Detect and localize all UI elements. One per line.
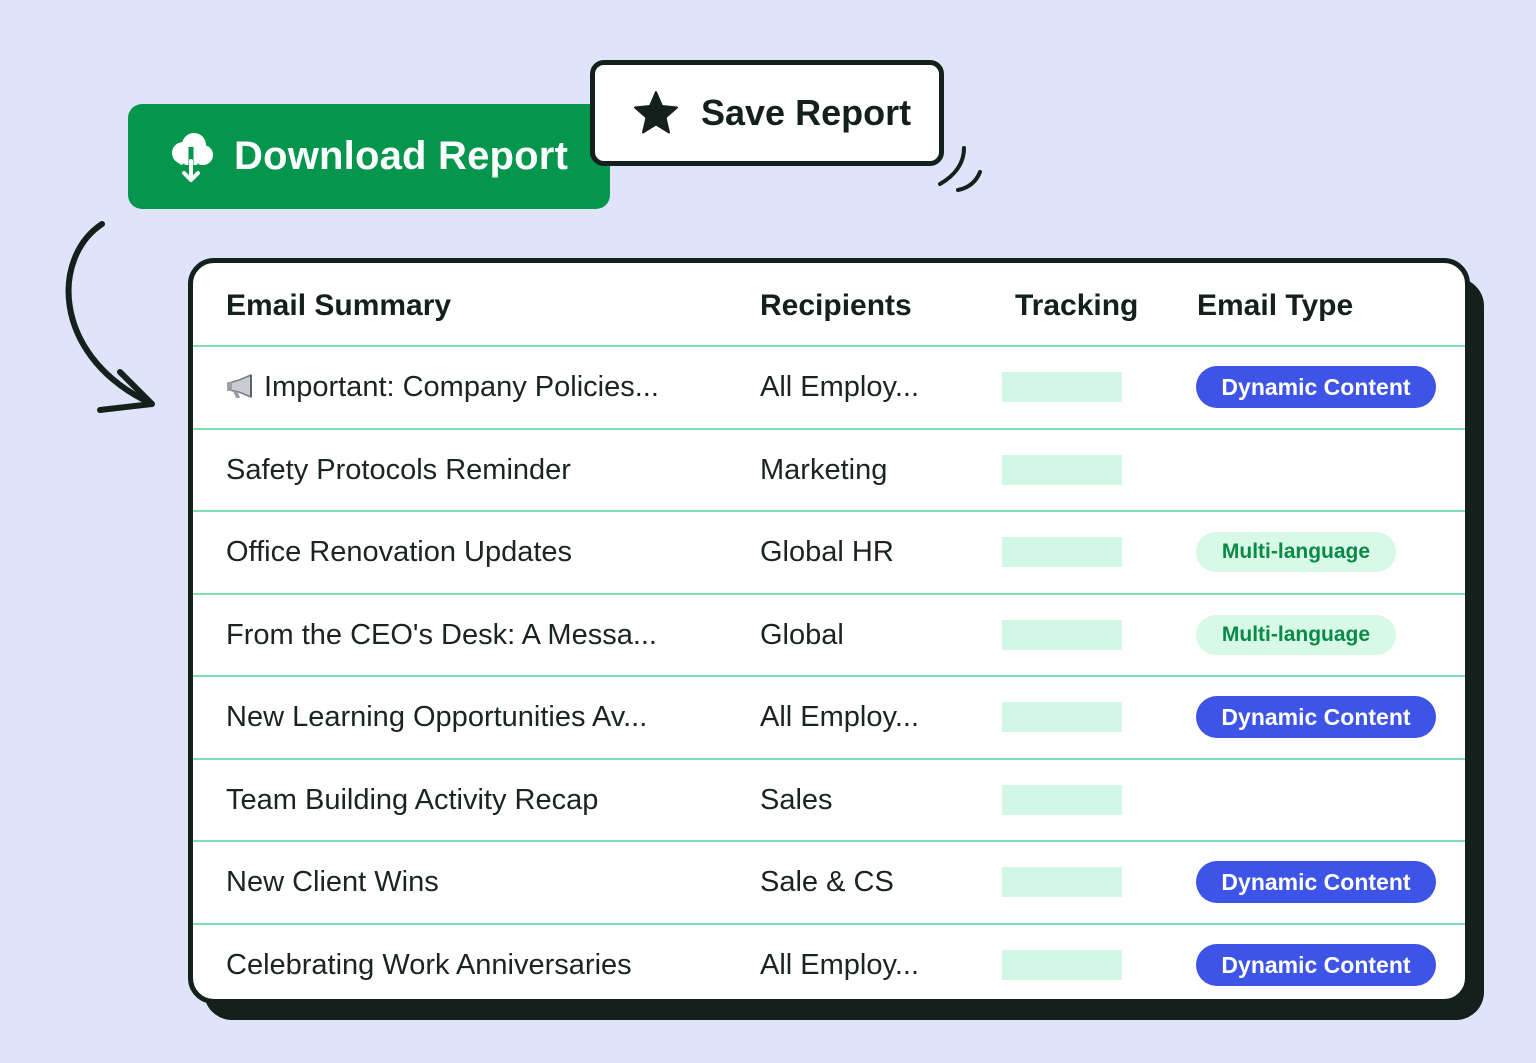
table-row[interactable]: From the CEO's Desk: A Messa... Global M… — [193, 595, 1465, 677]
recipients-cell: Global — [760, 618, 844, 651]
email-type-cell: Multi-language — [1196, 512, 1465, 592]
email-summary-cell: Team Building Activity Recap — [226, 783, 599, 816]
email-summary-cell: Celebrating Work Anniversaries — [226, 948, 632, 981]
email-type-badge: Multi-language — [1196, 532, 1396, 572]
email-type-badge: Dynamic Content — [1196, 366, 1436, 408]
tracking-cell — [1002, 347, 1122, 427]
click-marks-icon — [938, 146, 982, 192]
header-email-summary[interactable]: Email Summary — [226, 263, 451, 345]
tracking-bar — [1002, 784, 1122, 815]
email-type-cell: Dynamic Content — [1196, 842, 1465, 922]
table-row[interactable]: Celebrating Work Anniversaries All Emplo… — [193, 925, 1465, 1000]
tracking-bar — [1002, 867, 1122, 897]
recipients-cell: Sales — [760, 783, 833, 816]
table-row[interactable]: Safety Protocols Reminder Marketing — [193, 430, 1465, 512]
header-tracking[interactable]: Tracking — [1015, 263, 1138, 345]
email-summary-text: Important: Company Policies... — [264, 371, 659, 403]
email-summary-cell: Important: Company Policies... — [226, 347, 746, 427]
save-report-label: Save Report — [701, 92, 912, 133]
email-type-cell: Dynamic Content — [1196, 925, 1465, 1000]
tracking-bar — [1002, 702, 1122, 732]
tracking-cell — [1002, 512, 1122, 592]
email-type-badge: Multi-language — [1196, 614, 1396, 655]
tracking-cell — [1002, 842, 1122, 922]
tracking-bar — [1002, 537, 1122, 567]
tracking-cell — [1002, 595, 1122, 675]
recipients-cell: All Employ... — [760, 371, 920, 403]
header-recipients[interactable]: Recipients — [760, 263, 912, 345]
email-type-cell: Dynamic Content — [1196, 347, 1465, 427]
email-type-cell — [1196, 760, 1465, 840]
download-report-button[interactable]: Download Report — [128, 104, 610, 209]
email-summary-cell: New Learning Opportunities Av... — [226, 701, 648, 733]
tracking-cell — [1002, 925, 1122, 1000]
recipients-cell: Marketing — [760, 453, 888, 486]
email-summary-cell: Safety Protocols Reminder — [226, 453, 571, 486]
table-row[interactable]: New Client Wins Sale & CS Dynamic Conten… — [193, 842, 1465, 925]
star-icon — [631, 88, 681, 138]
save-report-button[interactable]: Save Report — [590, 60, 944, 166]
email-summary-cell: New Client Wins — [226, 866, 439, 898]
table-row[interactable]: Office Renovation Updates Global HR Mult… — [193, 512, 1465, 595]
email-type-cell: Dynamic Content — [1196, 677, 1465, 757]
megaphone-icon — [226, 372, 256, 402]
tracking-cell — [1002, 760, 1122, 840]
email-type-cell — [1196, 430, 1465, 510]
download-report-label: Download Report — [234, 134, 569, 178]
table-row[interactable]: Team Building Activity Recap Sales — [193, 760, 1465, 842]
email-type-badge: Dynamic Content — [1196, 943, 1436, 986]
email-type-badge: Dynamic Content — [1196, 696, 1436, 738]
recipients-cell: All Employ... — [760, 701, 920, 733]
tracking-cell — [1002, 430, 1122, 510]
recipients-cell: Global HR — [760, 536, 894, 568]
tracking-cell — [1002, 677, 1122, 757]
email-report-table: Email Summary Recipients Tracking Email … — [188, 258, 1470, 1004]
table-row[interactable]: Important: Company Policies... All Emplo… — [193, 347, 1465, 430]
table-row[interactable]: New Learning Opportunities Av... All Emp… — [193, 677, 1465, 760]
table-header: Email Summary Recipients Tracking Email … — [193, 263, 1465, 347]
cloud-download-icon — [166, 130, 216, 184]
tracking-bar — [1002, 372, 1122, 402]
email-summary-cell: Office Renovation Updates — [226, 536, 573, 568]
email-type-cell: Multi-language — [1196, 595, 1465, 675]
table-body: Important: Company Policies... All Emplo… — [193, 347, 1465, 1000]
email-type-badge: Dynamic Content — [1196, 861, 1436, 903]
tracking-bar — [1002, 949, 1122, 980]
email-summary-cell: From the CEO's Desk: A Messa... — [226, 618, 657, 651]
recipients-cell: Sale & CS — [760, 866, 894, 898]
tracking-bar — [1002, 454, 1122, 485]
tracking-bar — [1002, 619, 1122, 650]
curved-arrow-icon — [65, 221, 155, 413]
recipients-cell: All Employ... — [760, 948, 920, 981]
header-email-type[interactable]: Email Type — [1197, 263, 1353, 345]
